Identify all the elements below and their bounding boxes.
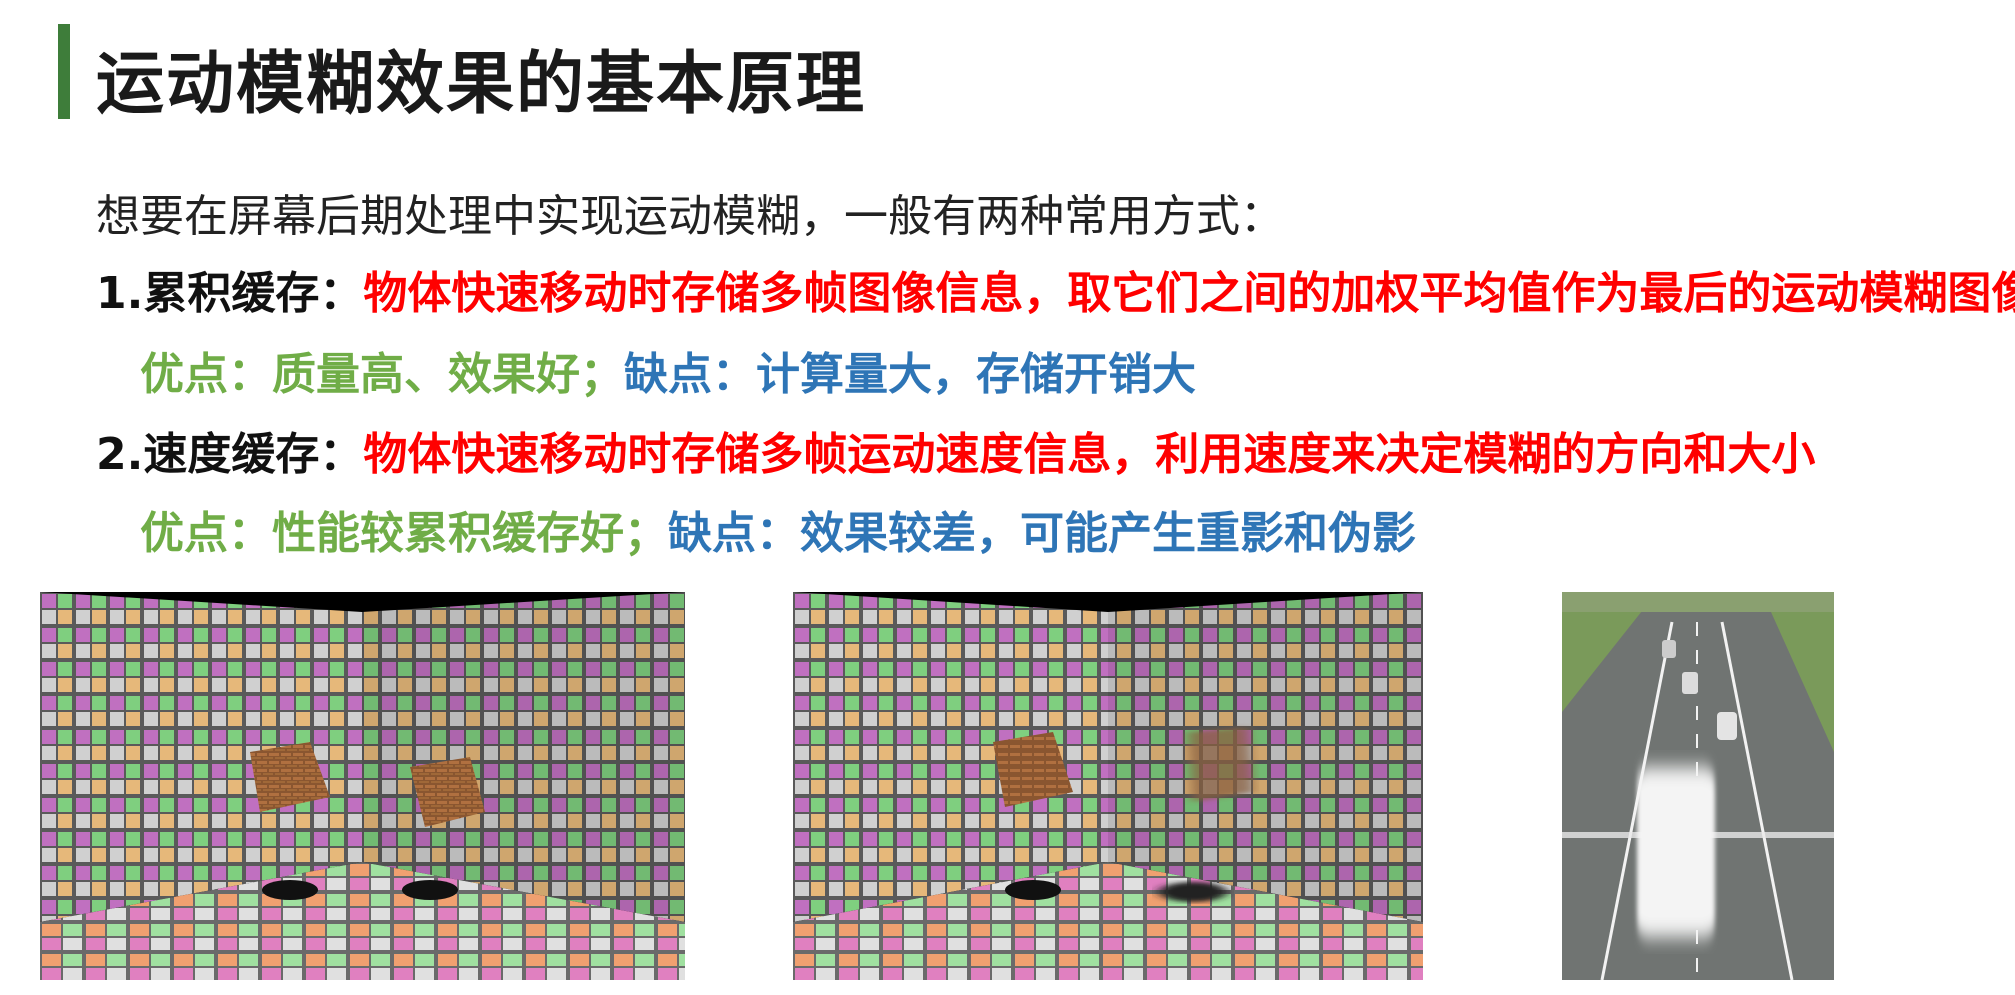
method2-pros-label: 优点： bbox=[140, 508, 272, 559]
method1-pros: 质量高、效果好； bbox=[272, 349, 624, 400]
method1-cons-label: 缺点： bbox=[624, 349, 756, 400]
method1-pros-label: 优点： bbox=[140, 349, 272, 400]
method2-description: 物体快速移动时存储多帧运动速度信息，利用速度来决定模糊的方向和大小 bbox=[363, 429, 1816, 480]
method2-line: 2.速度缓存：物体快速移动时存储多帧运动速度信息，利用速度来决定模糊的方向和大小 bbox=[96, 418, 1815, 482]
road-motion-blur-photo bbox=[1562, 592, 1834, 980]
method2-pros-cons: 优点：性能较累积缓存好；缺点：效果较差，可能产生重影和伪影 bbox=[140, 497, 1416, 561]
velocity-buffer-image bbox=[793, 592, 1423, 980]
method2-cons: 效果较差，可能产生重影和伪影 bbox=[800, 508, 1416, 559]
intro-text: 想要在屏幕后期处理中实现运动模糊，一般有两种常用方式： bbox=[96, 191, 1284, 242]
method2-cons-label: 缺点： bbox=[668, 508, 800, 559]
method1-label: 1.累积缓存： bbox=[96, 268, 364, 319]
accumulation-buffer-image bbox=[40, 592, 685, 980]
method1-line: 1.累积缓存：物体快速移动时存储多帧图像信息，取它们之间的加权平均值作为最后的运… bbox=[96, 257, 2015, 321]
method2-pros: 性能较累积缓存好； bbox=[272, 508, 668, 559]
method1-pros-cons: 优点：质量高、效果好；缺点：计算量大，存储开销大 bbox=[140, 338, 1196, 402]
slide-title: 运动模糊效果的基本原理 bbox=[96, 45, 867, 124]
method1-description: 物体快速移动时存储多帧图像信息，取它们之间的加权平均值作为最后的运动模糊图像 bbox=[363, 268, 2015, 319]
method2-label: 2.速度缓存： bbox=[96, 429, 364, 480]
method1-cons: 计算量大，存储开销大 bbox=[756, 349, 1196, 400]
title-accent-bar bbox=[58, 24, 70, 119]
